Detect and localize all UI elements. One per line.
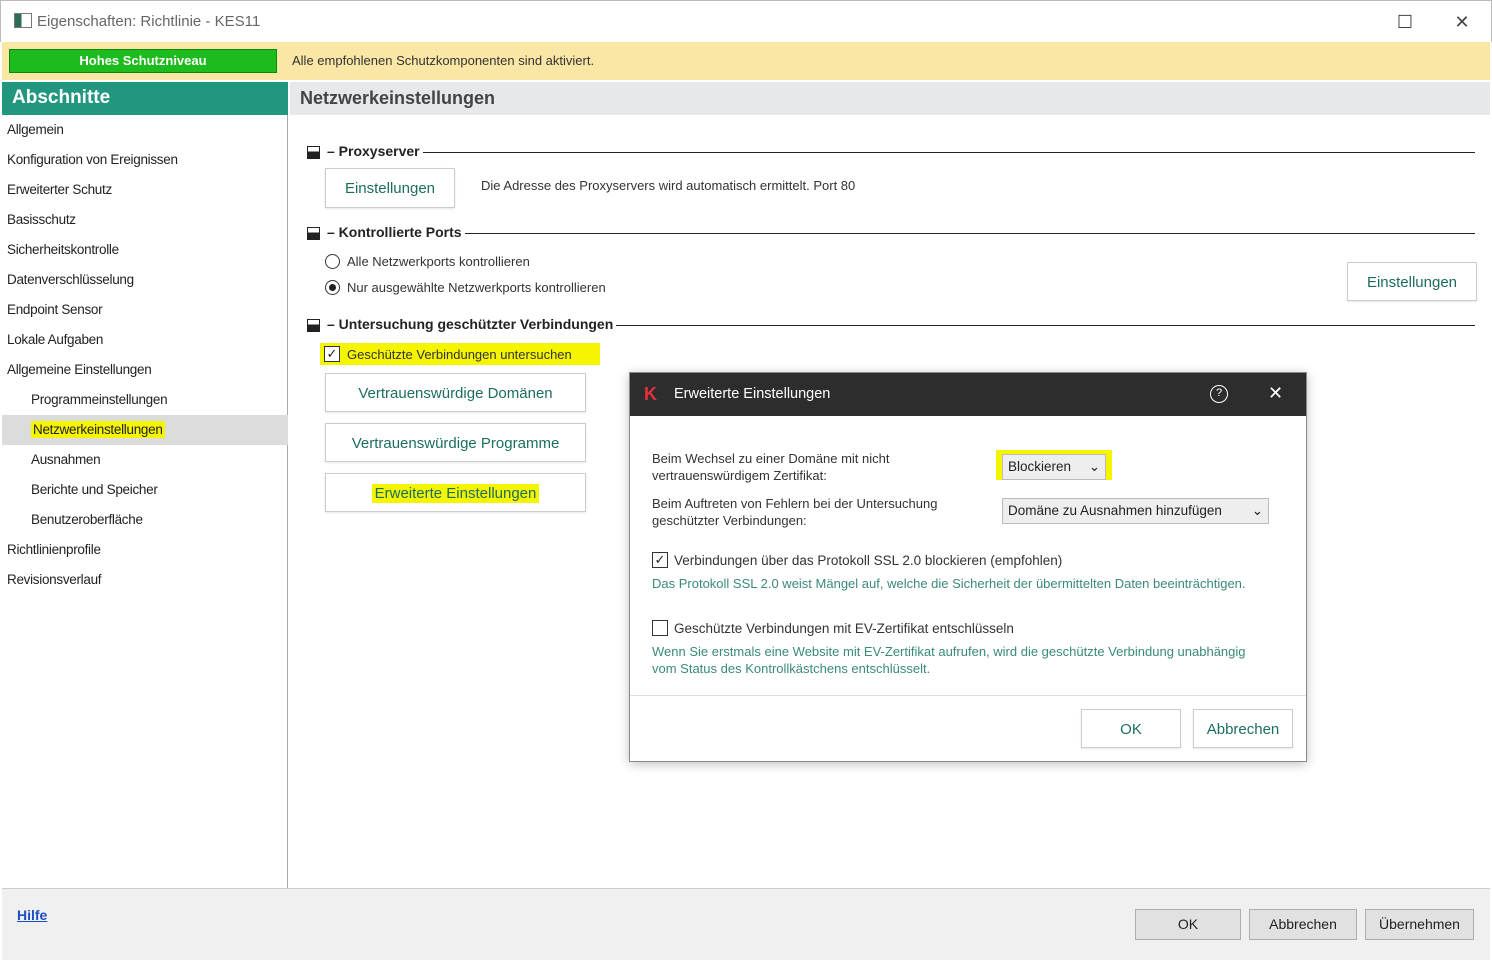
maximize-button[interactable]: ☐ [1385, 9, 1425, 35]
lock-icon[interactable] [307, 227, 320, 240]
sidebar-item-allgemein[interactable]: Allgemein [2, 115, 288, 145]
section-title: – Kontrollierte Ports [327, 224, 465, 240]
scan-checkbox[interactable]: ✓ [324, 346, 340, 362]
page-title: Netzwerkeinstellungen [290, 82, 1490, 115]
section-title: – Proxyserver [327, 143, 423, 159]
untrusted-cert-select[interactable]: Blockieren ⌄ [1002, 454, 1106, 480]
lock-icon[interactable] [307, 146, 320, 159]
section-title: – Untersuchung geschützter Verbindungen [327, 316, 617, 332]
dialog-title-bar: K Erweiterte Einstellungen ? ✕ [630, 373, 1306, 416]
chevron-down-icon: ⌄ [1088, 459, 1100, 474]
sidebar-item-basisschutz[interactable]: Basisschutz [2, 205, 288, 235]
select-value: Domäne zu Ausnahmen hinzufügen [1008, 503, 1222, 518]
close-button[interactable]: ✕ [1442, 9, 1482, 35]
select-value: Blockieren [1008, 459, 1072, 474]
proxy-settings-button[interactable]: Einstellungen [325, 168, 455, 208]
ssl2-note: Das Protokoll SSL 2.0 weist Mängel auf, … [652, 576, 1246, 591]
scan-error-select[interactable]: Domäne zu Ausnahmen hinzufügen ⌄ [1002, 498, 1269, 524]
button-label: Erweiterte Einstellungen [371, 484, 540, 503]
sidebar-item-revisionsverlauf[interactable]: Revisionsverlauf [2, 565, 288, 595]
advanced-settings-button[interactable]: Erweiterte Einstellungen [325, 473, 586, 512]
sidebar-item-ausnahmen[interactable]: Ausnahmen [2, 445, 288, 475]
scan-error-label: Beim Auftreten von Fehlern bei der Unter… [652, 496, 938, 528]
sidebar-item-datenverschluesselung[interactable]: Datenverschlüsselung [2, 265, 288, 295]
ev-note: Wenn Sie erstmals eine Website mit EV-Ze… [652, 644, 1246, 676]
proxy-section-header: – Proxyserver [307, 143, 1475, 167]
scan-checkbox-label: Geschützte Verbindungen untersuchen [347, 347, 572, 362]
sidebar-item-ereignisse[interactable]: Konfiguration von Ereignissen [2, 145, 288, 175]
trusted-domains-button[interactable]: Vertrauenswürdige Domänen [325, 373, 586, 412]
ssl2-checkbox[interactable]: ✓ [652, 552, 668, 568]
sections-sidebar: Abschnitte Allgemein Konfiguration von E… [2, 82, 288, 888]
dialog-cancel-button[interactable]: Abbrechen [1193, 709, 1293, 748]
sidebar-item-richtlinienprofile[interactable]: Richtlinienprofile [2, 535, 288, 565]
dialog-title: Erweiterte Einstellungen [674, 386, 831, 402]
sidebar-item-netzwerkeinstellungen[interactable]: Netzwerkeinstellungen [2, 415, 288, 445]
sidebar-item-berichte[interactable]: Berichte und Speicher [2, 475, 288, 505]
sidebar-item-allgemeine-einstellungen[interactable]: Allgemeine Einstellungen [2, 355, 288, 385]
untrusted-cert-label: Beim Wechsel zu einer Domäne mit nicht v… [652, 451, 890, 483]
footer: Hilfe OK Abbrechen Übernehmen [2, 888, 1490, 960]
sidebar-item-erweiterter-schutz[interactable]: Erweiterter Schutz [2, 175, 288, 205]
radio-selected-ports[interactable] [325, 280, 340, 295]
help-link[interactable]: Hilfe [17, 907, 47, 923]
ev-checkbox-label: Geschützte Verbindungen mit EV-Zertifika… [674, 621, 1014, 636]
chevron-down-icon: ⌄ [1251, 503, 1263, 518]
app-icon [14, 13, 32, 28]
sidebar-item-endpoint-sensor[interactable]: Endpoint Sensor [2, 295, 288, 325]
sidebar-item-label: Netzwerkeinstellungen [31, 421, 165, 438]
ssl2-checkbox-label: Verbindungen über das Protokoll SSL 2.0 … [674, 553, 1063, 568]
lock-icon[interactable] [307, 319, 320, 332]
scan-section-header: – Untersuchung geschützter Verbindungen [307, 316, 1475, 340]
kaspersky-logo-icon: K [644, 384, 657, 404]
radio-selected-ports-label: Nur ausgewählte Netzwerkports kontrollie… [347, 280, 606, 295]
cancel-button[interactable]: Abbrechen [1249, 909, 1357, 940]
protection-level-badge: Hohes Schutzniveau [9, 49, 277, 73]
sidebar-item-sicherheitskontrolle[interactable]: Sicherheitskontrolle [2, 235, 288, 265]
radio-all-ports[interactable] [325, 254, 340, 269]
proxy-info: Die Adresse des Proxyservers wird automa… [481, 178, 856, 193]
advanced-settings-dialog: K Erweiterte Einstellungen ? ✕ Beim Wech… [629, 372, 1307, 762]
divider [630, 695, 1306, 696]
sidebar-item-benutzeroberflaeche[interactable]: Benutzeroberfläche [2, 505, 288, 535]
ev-checkbox[interactable] [652, 620, 668, 636]
sidebar-item-programmeinstellungen[interactable]: Programmeinstellungen [2, 385, 288, 415]
ports-section-header: – Kontrollierte Ports [307, 224, 1475, 248]
ok-button[interactable]: OK [1135, 909, 1241, 940]
trusted-programs-button[interactable]: Vertrauenswürdige Programme [325, 423, 586, 462]
radio-all-ports-label: Alle Netzwerkports kontrollieren [347, 254, 530, 269]
apply-button[interactable]: Übernehmen [1365, 909, 1474, 940]
dialog-close-button[interactable]: ✕ [1268, 383, 1283, 404]
help-icon[interactable]: ? [1210, 385, 1228, 403]
banner-message: Alle empfohlenen Schutzkomponenten sind … [292, 53, 595, 68]
ports-settings-button[interactable]: Einstellungen [1347, 262, 1477, 301]
dialog-ok-button[interactable]: OK [1081, 709, 1181, 748]
sidebar-item-lokale-aufgaben[interactable]: Lokale Aufgaben [2, 325, 288, 355]
window-title: Eigenschaften: Richtlinie - KES11 [37, 13, 261, 30]
sidebar-title: Abschnitte [2, 82, 288, 115]
title-bar: Eigenschaften: Richtlinie - KES11 ☐ ✕ [0, 0, 1492, 42]
